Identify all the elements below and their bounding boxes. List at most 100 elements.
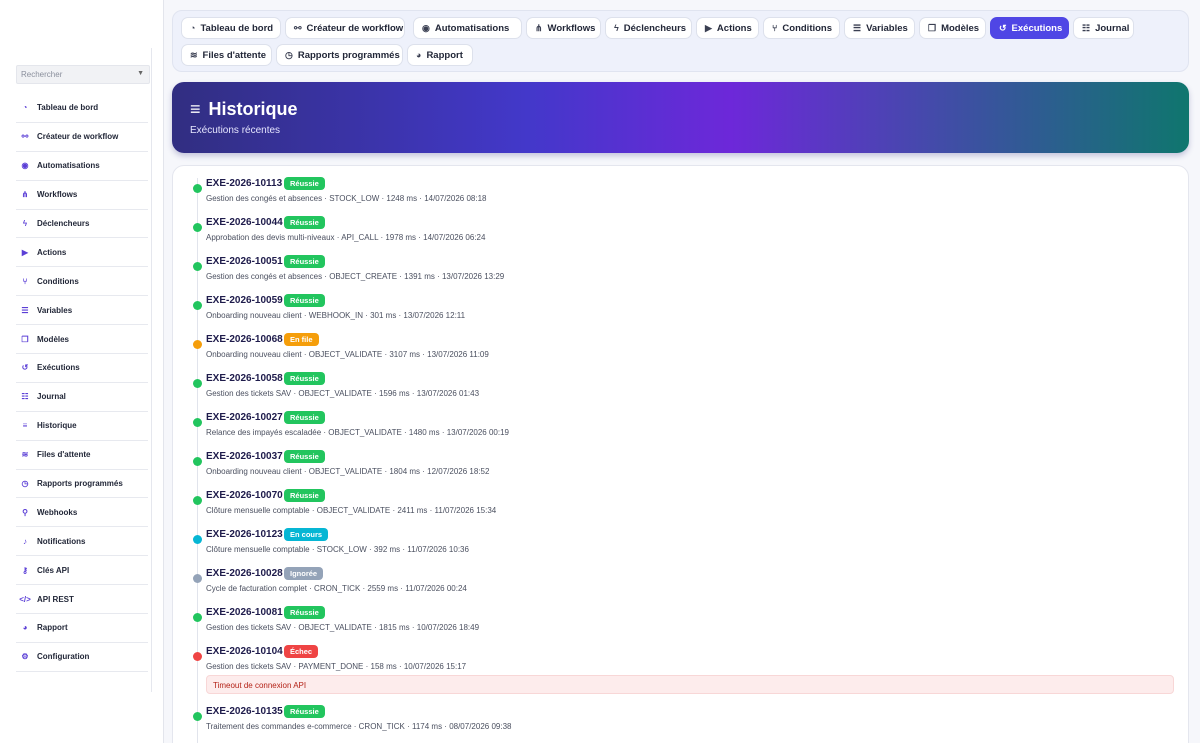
sidebar-item-label: Historique	[37, 421, 77, 431]
sidebar-search-select[interactable]: Rechercher ▼	[16, 65, 150, 84]
play-icon: ▶	[21, 247, 29, 257]
tab-rapport[interactable]: ◕ Rapport	[407, 44, 473, 66]
tab-modeles[interactable]: ❐ Modèles	[919, 17, 986, 39]
sidebar-item-configuration[interactable]: ⚙ Configuration	[16, 643, 148, 672]
execution-meta: Gestion des tickets SAV · PAYMENT_DONE ·…	[206, 662, 466, 671]
robot-icon: ◉	[422, 22, 430, 33]
sidebar-item-tableau-de-bord[interactable]: ◔ Tableau de bord	[16, 94, 148, 123]
tab-tableau-de-bord[interactable]: ◔ Tableau de bord	[181, 17, 281, 39]
sidebar-item-rapports-programmes[interactable]: ◷ Rapports programmés	[16, 470, 148, 499]
meta-separator: ·	[401, 428, 409, 437]
status-badge: Réussie	[284, 489, 325, 502]
tab-workflows[interactable]: ⋔ Workflows	[526, 17, 601, 39]
sidebar-item-rapport[interactable]: ◕ Rapport	[16, 614, 148, 643]
tab-executions[interactable]: ↺ Exécutions	[990, 17, 1069, 39]
execution-id-link[interactable]: EXE-2026-10070	[206, 490, 283, 501]
meta-separator: ·	[409, 623, 417, 632]
execution-trigger: OBJECT_VALIDATE	[298, 623, 372, 632]
status-dot	[193, 535, 202, 544]
gauge-icon: ◔	[22, 103, 28, 113]
execution-id-link[interactable]: EXE-2026-10104	[206, 646, 283, 657]
sidebar-item-notifications[interactable]: ♪ Notifications	[16, 527, 148, 557]
execution-id-link[interactable]: EXE-2026-10058	[206, 373, 283, 384]
execution-workflow: Gestion des tickets SAV	[206, 389, 292, 398]
execution-id-link[interactable]: EXE-2026-10135	[206, 706, 283, 717]
sidebar-item-executions[interactable]: ↺ Exécutions	[16, 354, 148, 383]
meta-separator: ·	[434, 272, 442, 281]
sidebar-panel: Rechercher ▼ ◔ Tableau de bord ⚯ Créateur d…	[15, 48, 152, 692]
sidebar-item-label: Clés API	[37, 565, 70, 575]
status-badge: Réussie	[284, 372, 325, 385]
sidebar-item-declencheurs[interactable]: ϟ Déclencheurs	[16, 210, 148, 239]
tab-label: Variables	[866, 22, 908, 34]
tab-journal[interactable]: ☷ Journal	[1073, 17, 1134, 39]
execution-id-link[interactable]: EXE-2026-10123	[206, 529, 283, 540]
meta-separator: ·	[427, 506, 435, 515]
tab-automatisations[interactable]: ◉ Automatisations	[413, 17, 522, 39]
tab-label: Tableau de bord	[200, 22, 274, 34]
sidebar-item-createur-de-workflow[interactable]: ⚯ Créateur de workflow	[16, 123, 148, 152]
execution-duration: 1815 ms	[378, 623, 410, 632]
sidebar-item-journal[interactable]: ☷ Journal	[16, 383, 148, 412]
sidebar-item-label: Exécutions	[37, 363, 80, 373]
sitemap-icon: ⋔	[535, 22, 543, 33]
execution-id-link[interactable]: EXE-2026-10037	[206, 451, 283, 462]
status-badge: Échec	[284, 645, 319, 658]
sidebar-item-label: Files d'attente	[37, 450, 91, 460]
sidebar-item-label: Automatisations	[37, 161, 100, 171]
execution-workflow: Cycle de facturation complet	[206, 584, 307, 593]
tab-createur-de-workflow[interactable]: ⚯ Créateur de workflow	[285, 17, 405, 39]
status-badge: Réussie	[284, 294, 325, 307]
meta-separator: ·	[309, 545, 317, 554]
execution-id-link[interactable]: EXE-2026-10051	[206, 256, 283, 267]
sidebar-item-conditions[interactable]: ⑂ Conditions	[16, 267, 148, 297]
tab-label: Rapport	[426, 49, 463, 61]
gear-icon: ⚙	[21, 652, 29, 662]
status-dot	[193, 223, 202, 232]
sidebar-item-label: Déclencheurs	[37, 219, 90, 228]
tab-label: Files d'attente	[202, 49, 267, 61]
sidebar-item-variables[interactable]: ☰ Variables	[16, 296, 148, 326]
execution-meta: Onboarding nouveau client · OBJECT_VALID…	[206, 467, 489, 476]
layers-icon: ≋	[21, 450, 29, 460]
tab-label: Modèles	[941, 22, 980, 34]
sidebar-item-webhooks[interactable]: ⚲ Webhooks	[16, 498, 148, 528]
execution-id-link[interactable]: EXE-2026-10027	[206, 412, 283, 423]
bolt-icon: ϟ	[22, 219, 28, 228]
execution-trigger: STOCK_LOW	[316, 545, 367, 554]
sidebar-item-workflows[interactable]: ⋔ Workflows	[16, 181, 148, 210]
execution-date: 14/07/2026 08:18	[424, 194, 487, 203]
execution-duration: 1391 ms	[404, 272, 435, 281]
execution-id-link[interactable]: EXE-2026-10044	[206, 217, 283, 228]
page-title: Historique	[208, 99, 298, 119]
tab-conditions[interactable]: ⑂ Conditions	[763, 17, 840, 39]
sidebar-item-api-rest[interactable]: </> API REST	[16, 585, 148, 615]
tab-actions[interactable]: ▶ Actions	[696, 17, 759, 39]
status-badge: Réussie	[284, 450, 325, 463]
execution-date: 11/07/2026 00:24	[405, 584, 467, 593]
status-dot	[193, 652, 202, 661]
execution-id-link[interactable]: EXE-2026-10028	[206, 568, 283, 579]
chart-pie-icon: ◕	[22, 623, 28, 633]
execution-meta: Approbation des devis multi-niveaux · AP…	[206, 233, 485, 242]
tab-files-d-attente[interactable]: ≋ Files d'attente	[181, 44, 272, 66]
bars-icon: ≡	[190, 99, 201, 119]
status-dot	[193, 712, 202, 721]
tab-declencheurs[interactable]: ϟ Déclencheurs	[605, 17, 692, 39]
execution-id-link[interactable]: EXE-2026-10059	[206, 295, 283, 306]
execution-meta: Clôture mensuelle comptable · OBJECT_VAL…	[206, 506, 496, 515]
tab-rapports-programmes[interactable]: ◷ Rapports programmés	[276, 44, 403, 66]
sidebar-item-actions[interactable]: ▶ Actions	[16, 238, 148, 268]
status-dot	[193, 379, 202, 388]
execution-id-link[interactable]: EXE-2026-10068	[206, 334, 283, 345]
tab-variables[interactable]: ☰ Variables	[844, 17, 915, 39]
execution-id-link[interactable]: EXE-2026-10113	[206, 178, 282, 189]
meta-separator: ·	[371, 389, 379, 398]
sidebar-item-automatisations[interactable]: ◉ Automatisations	[16, 152, 148, 181]
sidebar-item-modeles[interactable]: ❐ Modèles	[16, 325, 148, 355]
execution-id-link[interactable]: EXE-2026-10081	[206, 607, 283, 618]
sidebar-item-files-d-attente[interactable]: ≋ Files d'attente	[16, 441, 148, 470]
sidebar-item-historique[interactable]: ≡ Historique	[16, 412, 148, 441]
sidebar-item-cles-api[interactable]: ⚷ Clés API	[16, 556, 148, 586]
chevron-down-icon: ▼	[137, 70, 144, 77]
